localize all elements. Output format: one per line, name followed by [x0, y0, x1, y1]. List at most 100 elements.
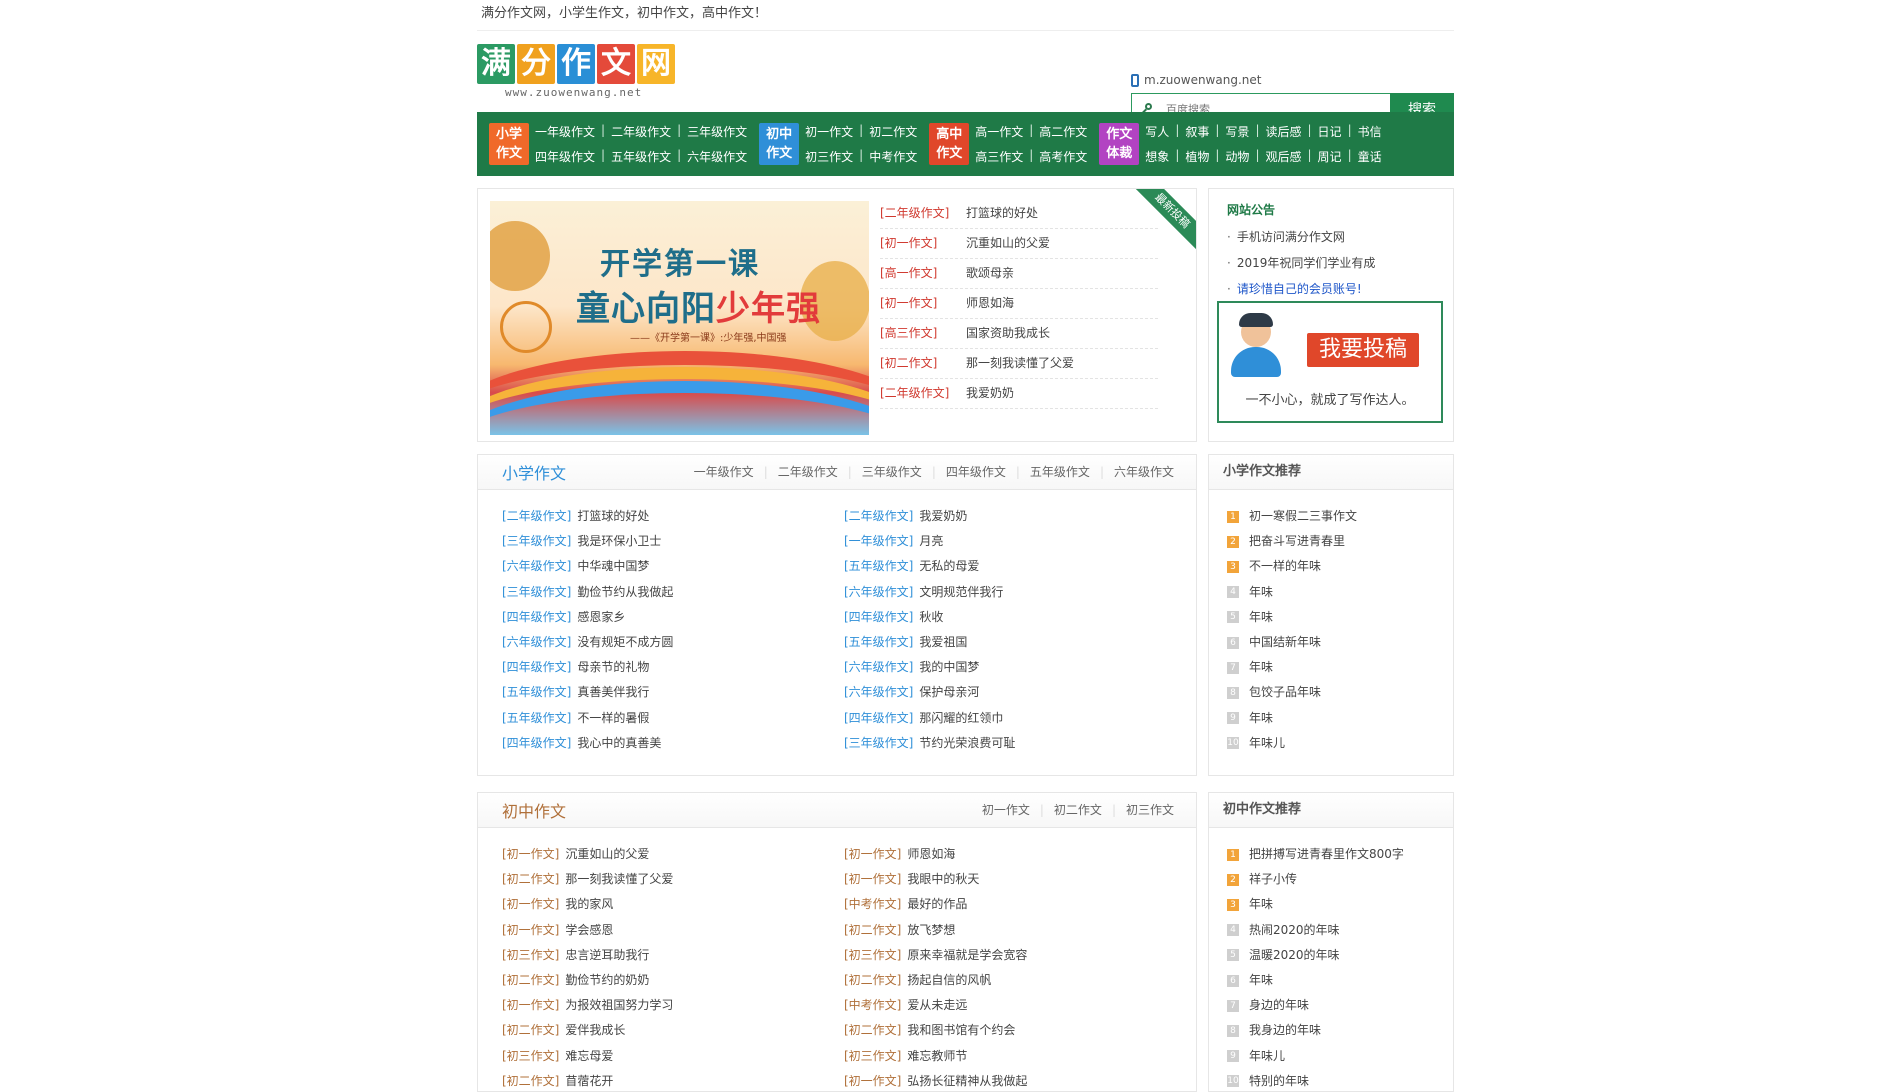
recommend-title[interactable]: 年味 [1249, 892, 1273, 917]
article-title[interactable]: 我心中的真善美 [577, 736, 661, 750]
recommend-title[interactable]: 年味 [1249, 605, 1273, 630]
site-logo[interactable]: 满分作文网 www.zuowenwang.net [477, 44, 687, 106]
recommend-item[interactable]: 2 把奋斗写进青春里 [1227, 529, 1453, 554]
article-title[interactable]: 扬起自信的风帆 [907, 973, 991, 987]
article-item[interactable]: [四年级作文] 感恩家乡 [502, 605, 844, 630]
nav-link[interactable]: 初三作文 [805, 148, 853, 165]
recommend-title[interactable]: 年味 [1249, 706, 1273, 731]
latest-item[interactable]: [初一作文] 沉重如山的父爱 [880, 229, 1158, 259]
nav-badge[interactable]: 作文 体裁 [1099, 123, 1140, 165]
article-category[interactable]: [六年级作文] [844, 685, 913, 699]
article-item[interactable]: [初二作文] 爱伴我成长 [502, 1018, 844, 1043]
article-item[interactable]: [初一作文] 弘扬长征精神从我做起 [844, 1069, 1186, 1091]
article-category[interactable]: [五年级作文] [844, 559, 913, 573]
recommend-title[interactable]: 年味 [1249, 655, 1273, 680]
article-title[interactable]: 节约光荣浪费可耻 [919, 736, 1015, 750]
latest-item[interactable]: [二年级作文] 打篮球的好处 [880, 199, 1158, 229]
article-title[interactable]: 最好的作品 [907, 897, 967, 911]
recommend-item[interactable]: 9 年味儿 [1227, 1044, 1453, 1069]
nav-link[interactable]: 叙事 [1185, 123, 1209, 140]
article-item[interactable]: [三年级作文] 我是环保小卫士 [502, 529, 844, 554]
article-category[interactable]: [初三作文] [844, 1049, 901, 1063]
latest-category[interactable]: [高一作文] [880, 259, 966, 288]
article-title[interactable]: 母亲节的礼物 [577, 660, 649, 674]
article-category[interactable]: [五年级作文] [844, 635, 913, 649]
article-category[interactable]: [一年级作文] [844, 534, 913, 548]
article-item[interactable]: [二年级作文] 打篮球的好处 [502, 504, 844, 529]
article-category[interactable]: [四年级作文] [502, 660, 571, 674]
article-category[interactable]: [五年级作文] [502, 685, 571, 699]
nav-link[interactable]: 周记 [1318, 148, 1342, 165]
recommend-title[interactable]: 我身边的年味 [1249, 1018, 1321, 1043]
nav-link[interactable]: 读后感 [1265, 123, 1301, 140]
recommend-item[interactable]: 8 包饺子品年味 [1227, 680, 1453, 705]
article-title[interactable]: 打篮球的好处 [577, 509, 649, 523]
article-title[interactable]: 文明规范伴我行 [919, 585, 1003, 599]
article-title[interactable]: 无私的母爱 [919, 559, 979, 573]
article-item[interactable]: [初二作文] 苜蓿花开 [502, 1069, 844, 1091]
article-title[interactable]: 我爱奶奶 [919, 509, 967, 523]
article-item[interactable]: [四年级作文] 那闪耀的红领巾 [844, 706, 1186, 731]
nav-link[interactable]: 二年级作文 [611, 123, 671, 140]
article-item[interactable]: [初二作文] 放飞梦想 [844, 918, 1186, 943]
notice-item[interactable]: 2019年祝同学们学业有成 [1227, 250, 1453, 276]
latest-title[interactable]: 国家资助我成长 [966, 319, 1050, 348]
article-item[interactable]: [初一作文] 我的家风 [502, 892, 844, 917]
article-category[interactable]: [初三作文] [502, 948, 559, 962]
latest-item[interactable]: [二年级作文] 我爱奶奶 [880, 379, 1158, 409]
article-category[interactable]: [六年级作文] [844, 585, 913, 599]
article-category[interactable]: [初二作文] [844, 973, 901, 987]
submit-essay-button[interactable]: 我要投稿 [1307, 333, 1419, 367]
tab-primary-0[interactable]: 一年级作文 [684, 455, 764, 489]
article-title[interactable]: 真善美伴我行 [577, 685, 649, 699]
nav-link[interactable]: 一年级作文 [535, 123, 595, 140]
article-title[interactable]: 中华魂中国梦 [577, 559, 649, 573]
article-title[interactable]: 没有规矩不成方圆 [577, 635, 673, 649]
nav-link[interactable]: 日记 [1318, 123, 1342, 140]
article-category[interactable]: [中考作文] [844, 897, 901, 911]
article-title[interactable]: 师恩如海 [907, 847, 955, 861]
recommend-item[interactable]: 9 年味 [1227, 706, 1453, 731]
article-title[interactable]: 我的家风 [565, 897, 613, 911]
article-title[interactable]: 原来幸福就是学会宽容 [907, 948, 1027, 962]
article-title[interactable]: 难忘母爱 [565, 1049, 613, 1063]
article-title[interactable]: 不一样的暑假 [577, 711, 649, 725]
article-category[interactable]: [三年级作文] [502, 534, 571, 548]
recommend-item[interactable]: 6 中国结新年味 [1227, 630, 1453, 655]
article-category[interactable]: [初一作文] [502, 923, 559, 937]
nav-link[interactable]: 植物 [1185, 148, 1209, 165]
article-category[interactable]: [六年级作文] [502, 559, 571, 573]
article-item[interactable]: [初二作文] 那一刻我读懂了父爱 [502, 867, 844, 892]
nav-link[interactable]: 六年级作文 [687, 148, 747, 165]
latest-category[interactable]: [初二作文] [880, 349, 966, 378]
nav-link[interactable]: 中考作文 [869, 148, 917, 165]
latest-title[interactable]: 歌颂母亲 [966, 259, 1014, 288]
recommend-item[interactable]: 1 初一寒假二三事作文 [1227, 504, 1453, 529]
latest-category[interactable]: [高三作文] [880, 319, 966, 348]
article-title[interactable]: 我和图书馆有个约会 [907, 1023, 1015, 1037]
article-item[interactable]: [初三作文] 原来幸福就是学会宽容 [844, 943, 1186, 968]
nav-link[interactable]: 初一作文 [805, 123, 853, 140]
article-title[interactable]: 那一刻我读懂了父爱 [565, 872, 673, 886]
article-category[interactable]: [初二作文] [844, 1023, 901, 1037]
recommend-title[interactable]: 把拼搏写进青春里作文800字 [1249, 842, 1404, 867]
article-item[interactable]: [初三作文] 忠言逆耳助我行 [502, 943, 844, 968]
recommend-title[interactable]: 把奋斗写进青春里 [1249, 529, 1345, 554]
recommend-title[interactable]: 温暖2020的年味 [1249, 943, 1340, 968]
recommend-title[interactable]: 热闹2020的年味 [1249, 918, 1340, 943]
article-title[interactable]: 那闪耀的红领巾 [919, 711, 1003, 725]
recommend-item[interactable]: 10 年味儿 [1227, 731, 1453, 756]
article-title[interactable]: 感恩家乡 [577, 610, 625, 624]
article-item[interactable]: [五年级作文] 无私的母爱 [844, 554, 1186, 579]
article-category[interactable]: [五年级作文] [502, 711, 571, 725]
article-title[interactable]: 勤俭节约的奶奶 [565, 973, 649, 987]
article-category[interactable]: [初二作文] [502, 872, 559, 886]
article-category[interactable]: [四年级作文] [502, 610, 571, 624]
latest-title[interactable]: 师恩如海 [966, 289, 1014, 318]
latest-item[interactable]: [初一作文] 师恩如海 [880, 289, 1158, 319]
latest-title[interactable]: 沉重如山的父爱 [966, 229, 1050, 258]
article-category[interactable]: [六年级作文] [502, 635, 571, 649]
article-title[interactable]: 爱伴我成长 [565, 1023, 625, 1037]
recommend-title[interactable]: 年味 [1249, 580, 1273, 605]
latest-item[interactable]: [高三作文] 国家资助我成长 [880, 319, 1158, 349]
